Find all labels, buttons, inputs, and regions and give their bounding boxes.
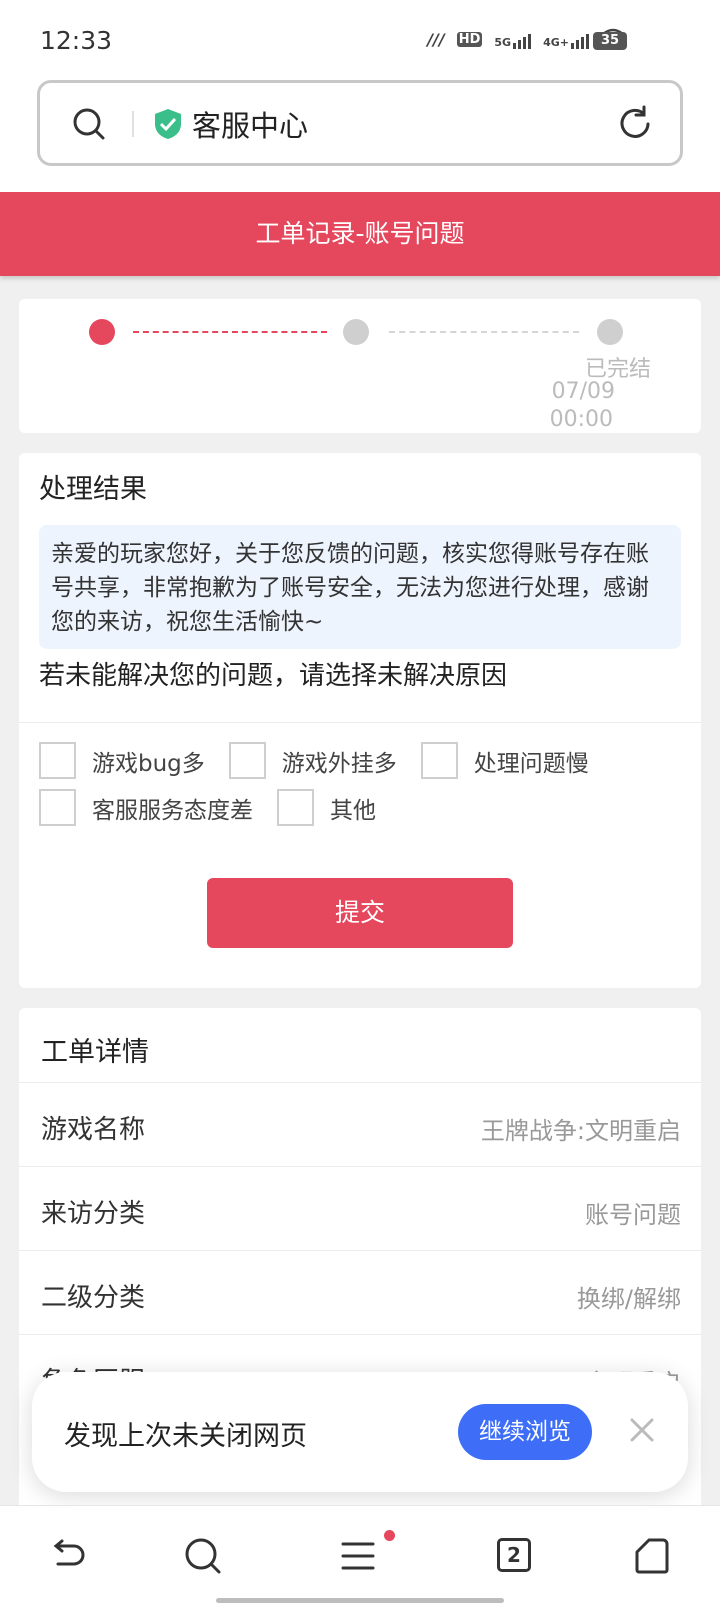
detail-row: 游戏名称 王牌战争:文明重启: [19, 1082, 701, 1166]
toast-message: 发现上次未关闭网页: [64, 1421, 307, 1452]
reason-row-2: 客服服务态度差 其他: [39, 789, 400, 826]
home-indicator[interactable]: [216, 1598, 504, 1603]
close-icon[interactable]: [628, 1416, 656, 1444]
detail-key: 来访分类: [41, 1199, 146, 1229]
reason-label-slow: 处理问题慢: [473, 750, 589, 777]
reason-row-1: 游戏bug多 游戏外挂多 处理问题慢: [39, 742, 613, 779]
progress-card: 已完结 07/09 00:00: [19, 299, 701, 433]
detail-row: 二级分类 换绑/解绑: [19, 1250, 701, 1334]
refresh-icon[interactable]: [616, 105, 654, 143]
status-bar: 12:33 /// HD 5G 4G+ 35: [0, 0, 720, 80]
details-title: 工单详情: [41, 1037, 149, 1068]
hd-icon: HD: [456, 31, 483, 47]
bottom-nav: 2: [0, 1505, 720, 1605]
progress-step-1: [89, 319, 115, 345]
submit-button[interactable]: 提交: [207, 878, 513, 948]
tabs-icon[interactable]: 2: [497, 1538, 531, 1572]
detail-value: 换绑/解绑: [576, 1285, 681, 1313]
reason-checkbox-slow[interactable]: [420, 742, 458, 779]
detail-row: 来访分类 账号问题: [19, 1166, 701, 1250]
reason-checkbox-attitude[interactable]: [39, 789, 76, 826]
result-title: 处理结果: [39, 474, 147, 505]
reply-message: 亲爱的玩家您好，关于您反馈的问题，核实您得账号存在账号共享，非常抱歉为了账号安全…: [39, 525, 681, 649]
detail-value: 王牌战争:文明重启: [480, 1117, 681, 1145]
search-icon[interactable]: [183, 1536, 223, 1576]
divider: [19, 722, 701, 723]
detail-value: 账号问题: [585, 1201, 681, 1229]
unsolved-prompt: 若未能解决您的问题，请选择未解决原因: [39, 661, 508, 691]
progress-step-2: [343, 319, 369, 345]
reason-label-bug: 游戏bug多: [92, 750, 205, 777]
reason-checkbox-other[interactable]: [277, 789, 314, 826]
result-card: 处理结果 亲爱的玩家您好，关于您反馈的问题，核实您得账号存在账号共享，非常抱歉为…: [19, 453, 701, 988]
screen: 12:33 /// HD 5G 4G+ 35 客服中心 工单记录-账号问题 已完…: [0, 0, 720, 1605]
signal-4g-icon: 4G+: [543, 29, 589, 49]
search-icon[interactable]: [72, 107, 106, 141]
progress-line-2: [389, 331, 579, 333]
signal-5g-icon: 5G: [494, 29, 532, 49]
address-bar[interactable]: 客服中心: [37, 80, 683, 166]
progress-date: 07/09: [551, 379, 615, 404]
reason-label-attitude: 客服服务态度差: [92, 797, 253, 824]
browser-toolbar: 客服中心: [0, 80, 720, 192]
detail-key: 二级分类: [41, 1283, 146, 1313]
secure-shield-icon: [155, 109, 181, 139]
menu-icon[interactable]: [339, 1536, 379, 1576]
progress-step-3: [597, 319, 623, 345]
reason-label-other: 其他: [330, 797, 376, 824]
back-icon[interactable]: [48, 1536, 88, 1576]
continue-browsing-button[interactable]: 继续浏览: [458, 1404, 592, 1460]
reason-label-cheat: 游戏外挂多: [281, 750, 397, 777]
reason-checkbox-bug[interactable]: [39, 742, 76, 779]
page-title: 客服中心: [192, 109, 309, 143]
restore-session-toast: 发现上次未关闭网页 继续浏览: [32, 1372, 688, 1492]
ticket-header: 工单记录-账号问题: [0, 192, 720, 276]
menu-notification-dot: [384, 1530, 395, 1541]
address-divider: [132, 111, 134, 137]
home-icon[interactable]: [633, 1536, 673, 1576]
progress-line-1: [133, 331, 327, 333]
progress-time: 00:00: [549, 407, 613, 432]
status-time: 12:33: [40, 26, 113, 55]
detail-key: 游戏名称: [41, 1115, 146, 1145]
battery-icon: 35: [593, 32, 627, 50]
carrier-icon: ///: [427, 29, 445, 49]
reason-checkbox-cheat[interactable]: [228, 742, 266, 779]
